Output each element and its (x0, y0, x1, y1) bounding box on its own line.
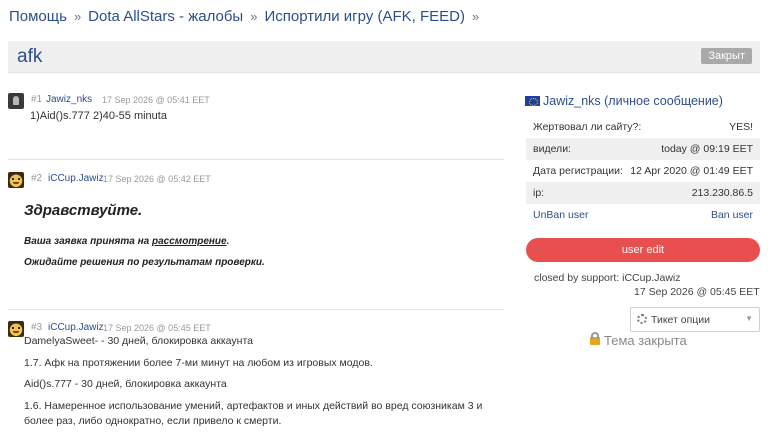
breadcrumb-afk-feed[interactable]: Испортили игру (AFK, FEED) (264, 8, 465, 25)
avatar[interactable] (8, 172, 24, 188)
user-edit-button[interactable]: user edit (526, 238, 760, 262)
info-row-ban-actions: UnBan user Ban user (526, 204, 760, 226)
request-accepted-text: Ваша заявка принята на рассмотрение. (24, 236, 229, 247)
unban-user-link[interactable]: UnBan user (533, 204, 588, 226)
info-key: ip: (533, 187, 545, 199)
post-header: #2 iCCup.Jawiz 17 Sep 2026 @ 05:42 EET (8, 172, 504, 188)
info-value: 12 Apr 2020 @ 01:49 EET (630, 165, 753, 177)
post-number: #1 (31, 94, 43, 105)
eu-flag-icon (525, 96, 540, 106)
post-line: Aid()s.777 - 30 дней, блокировка аккаунт… (24, 378, 227, 390)
post-line: 1.6. Намеренное использование умений, ар… (24, 400, 483, 412)
info-key: Дата регистрации: (533, 165, 623, 177)
await-decision-text: Ожидайте решения по результатам проверки… (24, 257, 265, 268)
post-author[interactable]: iCCup.Jawiz (48, 322, 104, 333)
breadcrumb-help[interactable]: Помощь (9, 8, 67, 25)
avatar[interactable] (8, 93, 24, 109)
breadcrumb-separator: » (250, 9, 258, 24)
user-header: Jawiz_nks (личное сообщение) (525, 94, 723, 108)
breadcrumb-dota-complaints[interactable]: Dota AllStars - жалобы (88, 8, 243, 25)
breadcrumb: Помощь » Dota AllStars - жалобы » Испортили … (9, 8, 486, 25)
note-suffix: . (226, 236, 230, 247)
topic-closed-label: Тема закрыта (604, 333, 687, 348)
info-value: today @ 09:19 EET (661, 143, 753, 155)
ticket-options-select[interactable]: Тикет опции ▼ (630, 307, 760, 332)
post-line: DamelyaSweet- - 30 дней, блокировка акка… (24, 335, 253, 347)
note-prefix: Ваша заявка принята на (24, 236, 153, 247)
topic-title: afk (17, 46, 43, 67)
post-line: 1.7. Афк на протяжении более 7-ми минут … (24, 357, 373, 369)
gear-icon (637, 314, 647, 324)
post-line: более раз, либо однократно, если привело… (24, 415, 282, 427)
closed-by-text: closed by support: iCCup.Jawiz (534, 272, 681, 284)
lock-icon (590, 332, 600, 345)
user-name-link[interactable]: Jawiz_nks (543, 94, 601, 108)
post-date: 17 Sep 2026 @ 05:45 EET (103, 323, 211, 333)
info-row-ip: ip: 213.230.86.5 (526, 182, 760, 204)
info-key: видели: (533, 143, 571, 155)
topic-closed-notice: Тема закрыта (590, 332, 687, 348)
post-1: #1 Jawiz_nks 17 Sep 2026 @ 05:41 EET 1)A… (8, 93, 504, 124)
closed-date-text: 17 Sep 2026 @ 05:45 EET (634, 286, 760, 298)
post-divider (8, 309, 504, 310)
info-key: Жертвовал ли сайту?: (533, 121, 642, 133)
info-row-donated: Жертвовал ли сайту?: YES! (526, 116, 760, 138)
breadcrumb-separator: » (471, 9, 480, 24)
private-message-label[interactable]: (личное сообщение) (601, 94, 723, 108)
greeting-text: Здравствуйте. (24, 202, 143, 219)
post-author[interactable]: Jawiz_nks (46, 94, 92, 105)
status-badge: Закрыт (701, 48, 752, 64)
user-info-table: Жертвовал ли сайту?: YES! видели: today … (526, 116, 760, 226)
chevron-down-icon: ▼ (745, 314, 753, 323)
post-number: #2 (31, 173, 43, 184)
post-number: #3 (31, 322, 43, 333)
post-header: #1 Jawiz_nks 17 Sep 2026 @ 05:41 EET (8, 93, 504, 109)
ban-user-link[interactable]: Ban user (711, 204, 753, 226)
post-2: #2 iCCup.Jawiz 17 Sep 2026 @ 05:42 EET (8, 172, 504, 188)
info-row-registered: Дата регистрации: 12 Apr 2020 @ 01:49 EE… (526, 160, 760, 182)
info-value: 213.230.86.5 (691, 187, 753, 199)
post-author[interactable]: iCCup.Jawiz (48, 173, 104, 184)
post-text: 1)Aid()s.777 2)40-55 minuta (30, 110, 167, 122)
breadcrumb-separator: » (73, 9, 82, 24)
review-link[interactable]: рассмотрение (152, 236, 227, 247)
post-divider (8, 159, 504, 160)
ticket-options-label: Тикет опции (651, 314, 711, 326)
topic-header: afk Закрыт (8, 41, 760, 73)
post-date: 17 Sep 2026 @ 05:42 EET (103, 174, 211, 184)
avatar[interactable] (8, 321, 24, 337)
info-row-seen: видели: today @ 09:19 EET (526, 138, 760, 160)
info-value: YES! (729, 121, 753, 133)
post-date: 17 Sep 2026 @ 05:41 EET (102, 95, 210, 105)
